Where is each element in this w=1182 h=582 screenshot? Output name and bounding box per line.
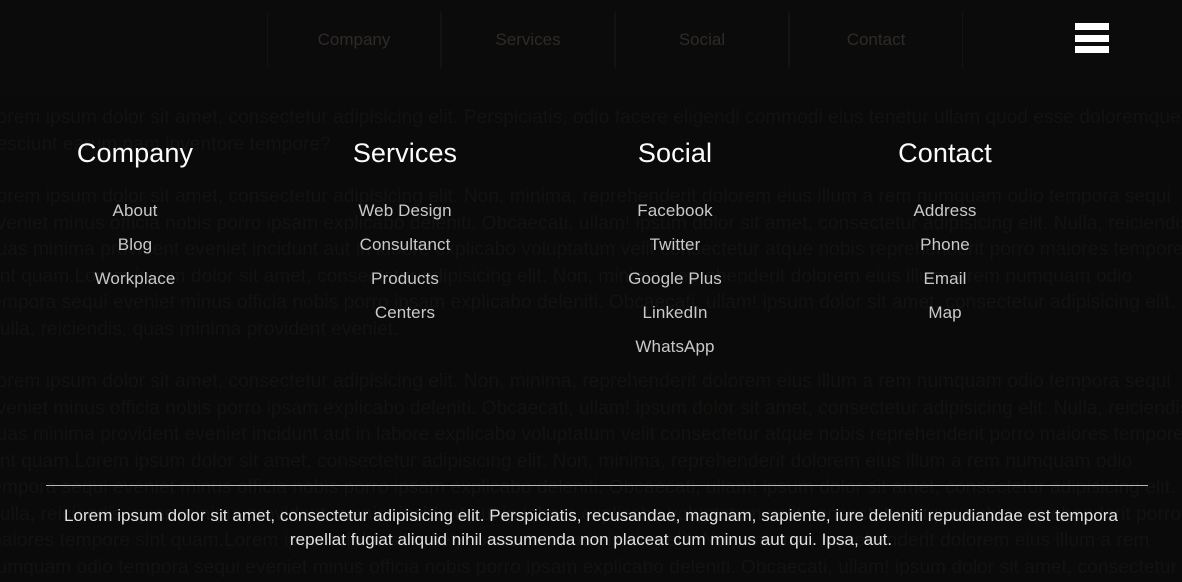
hamburger-bar [1075,46,1109,53]
footer-link-whatsapp[interactable]: WhatsApp [540,330,810,364]
nav-item-contact[interactable]: Contact [789,12,963,68]
footer-link-twitter[interactable]: Twitter [540,228,810,262]
nav-item-company[interactable]: Company [267,12,441,68]
nav-item-label: Services [495,30,561,49]
footer-divider [46,485,1148,486]
footer-column-title: Social [637,138,713,168]
footer-link-address[interactable]: Address [810,194,1080,228]
nav-item-social[interactable]: Social [615,12,789,68]
footer-link-consultanct[interactable]: Consultanct [270,228,540,262]
footer-columns: Company About Blog Workplace Services We… [0,95,1182,364]
hamburger-menu-icon[interactable] [1075,23,1109,53]
footer-column-title: Contact [898,138,992,168]
footer-link-blog[interactable]: Blog [0,228,270,262]
footer-link-linkedin[interactable]: LinkedIn [540,296,810,330]
page-root: Lorem ipsum dolor sit amet, consectetur … [0,0,1182,582]
footer-copyright: Lorem ipsum dolor sit amet, consectetur … [64,506,1118,549]
footer-column-title: Services [352,138,458,168]
footer-column-social: Social Facebook Twitter Google Plus Link… [540,138,810,364]
footer-link-centers[interactable]: Centers [270,296,540,330]
nav-item-label: Social [678,30,726,49]
footer-link-workplace[interactable]: Workplace [0,262,270,296]
footer-link-email[interactable]: Email [810,262,1080,296]
site-header: Company Services Social Contact [0,0,1182,95]
nav-item-label: Contact [846,30,906,49]
footer-link-phone[interactable]: Phone [810,228,1080,262]
site-footer: Company About Blog Workplace Services We… [0,95,1182,549]
nav-item-services[interactable]: Services [441,12,615,68]
footer-link-products[interactable]: Products [270,262,540,296]
footer-column-company: Company About Blog Workplace [0,138,270,364]
footer-link-web-design[interactable]: Web Design [270,194,540,228]
footer-column-title: Company [76,138,194,168]
footer-column-services: Services Web Design Consultanct Products… [270,138,540,364]
footer-column-contact: Contact Address Phone Email Map [810,138,1080,364]
main-navigation: Company Services Social Contact [267,12,963,68]
hamburger-bar [1075,34,1109,42]
nav-item-label: Company [317,30,391,49]
footer-link-about[interactable]: About [0,194,270,228]
footer-link-facebook[interactable]: Facebook [540,194,810,228]
footer-link-map[interactable]: Map [810,296,1080,330]
hamburger-bar [1075,23,1109,30]
footer-link-google-plus[interactable]: Google Plus [540,262,810,296]
